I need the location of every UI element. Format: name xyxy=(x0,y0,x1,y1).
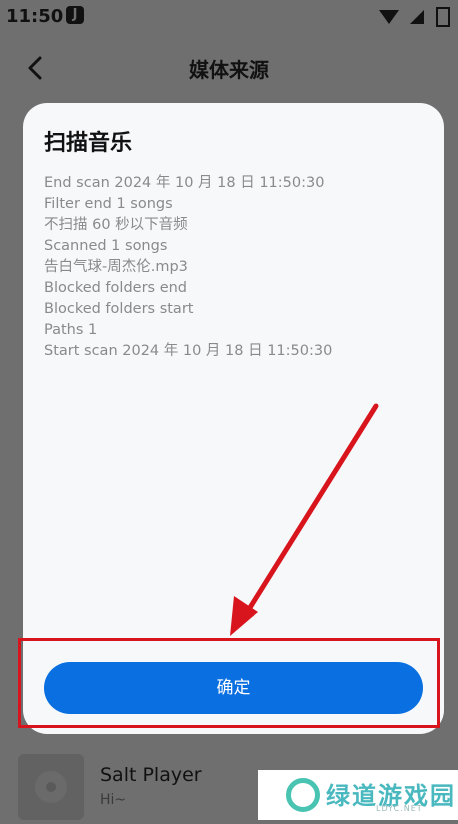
scan-log: End scan 2024 年 10 月 18 日 11:50:30 Filte… xyxy=(44,173,332,362)
disc-icon xyxy=(35,771,67,803)
top-app-bar: 媒体来源 xyxy=(0,40,458,96)
log-line: Filter end 1 songs xyxy=(44,196,173,212)
annotation-highlight-box xyxy=(18,638,440,728)
log-line: Scanned 1 songs xyxy=(44,238,168,254)
dialog-title: 扫描音乐 xyxy=(44,131,133,156)
watermark: 绿道游戏园 LDYC.NET xyxy=(258,770,458,820)
page-title: 媒体来源 xyxy=(189,58,269,82)
watermark-domain: LDYC.NET xyxy=(376,804,423,813)
log-line: Blocked folders end xyxy=(44,280,188,296)
player-title: Salt Player xyxy=(100,764,202,786)
status-icons xyxy=(378,6,450,27)
log-line: 告白气球-周杰伦.mp3 xyxy=(44,259,188,275)
wifi-icon xyxy=(378,10,399,24)
watermark-logo-icon xyxy=(286,778,320,812)
log-line: Paths 1 xyxy=(44,322,98,338)
log-line: Start scan 2024 年 10 月 18 日 11:50:30 xyxy=(44,343,333,359)
app-notification-icon: J xyxy=(66,6,84,24)
battery-icon xyxy=(436,7,450,27)
status-bar: 11:50 J xyxy=(0,0,458,32)
log-line: 不扫描 60 秒以下音频 xyxy=(44,217,188,233)
signal-icon xyxy=(410,10,425,24)
log-line: Blocked folders start xyxy=(44,301,194,317)
player-subtitle: Hi~ xyxy=(100,792,127,808)
log-line: End scan 2024 年 10 月 18 日 11:50:30 xyxy=(44,175,325,191)
status-time: 11:50 xyxy=(6,6,64,27)
album-art xyxy=(18,754,84,820)
